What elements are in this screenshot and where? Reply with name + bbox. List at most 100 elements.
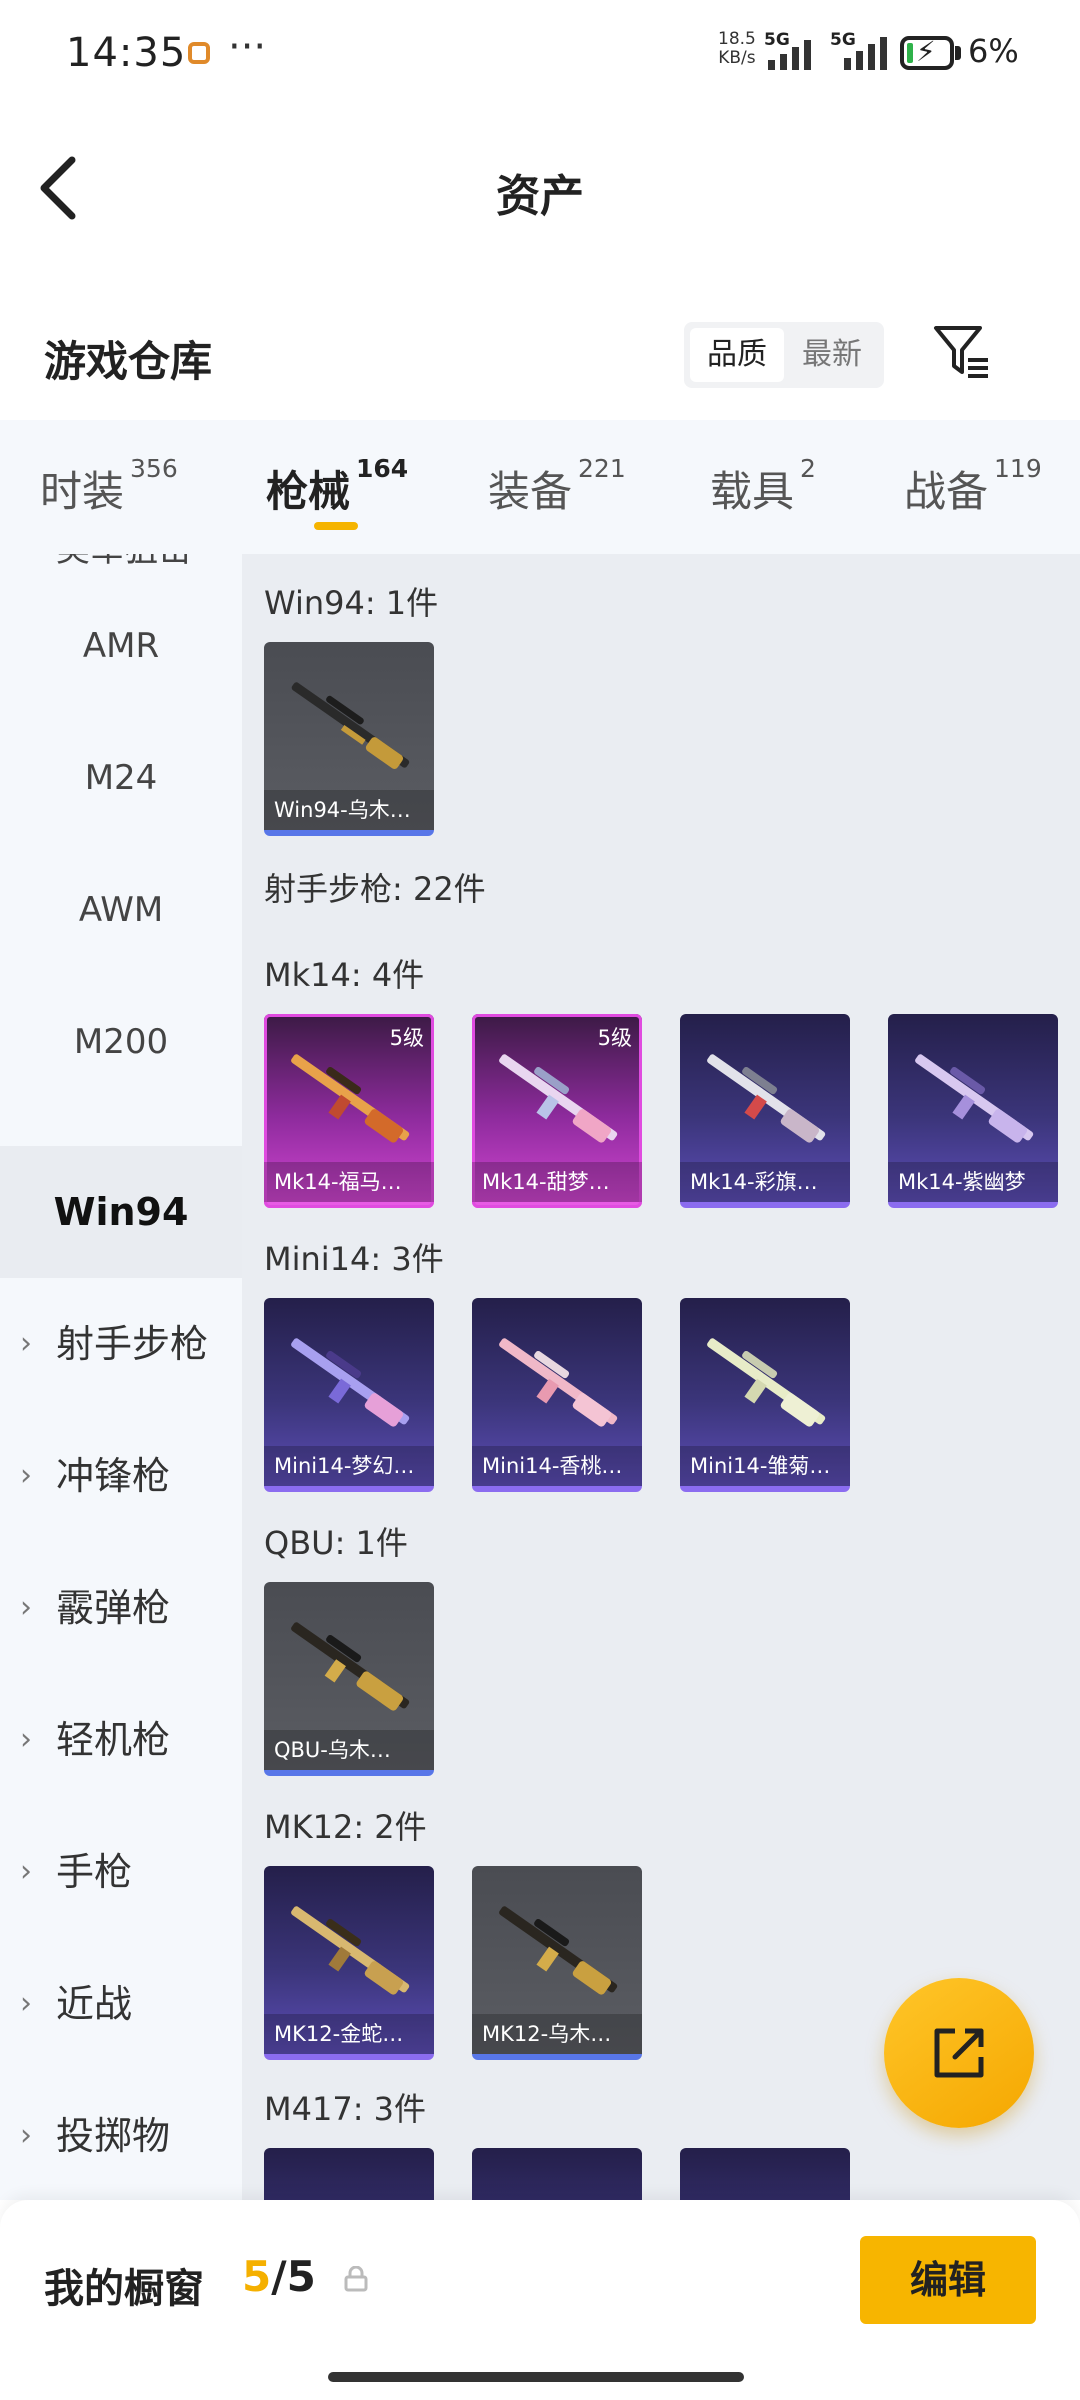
share-button[interactable] xyxy=(884,1978,1034,2128)
chevron-right-icon: › xyxy=(20,1854,32,1889)
sidebar-category-label: 投掷物 xyxy=(56,2114,171,2158)
item-name: Mk14-紫幽梦 xyxy=(888,1162,1058,1202)
showcase-bar: 我的橱窗 5/5 编辑 xyxy=(0,2200,1080,2400)
item-card[interactable]: 5级 Mk14-福马… xyxy=(264,1014,434,1208)
tab-count: 2 xyxy=(800,454,816,483)
item-card[interactable] xyxy=(472,2148,642,2200)
rifle-icon xyxy=(291,1622,410,1711)
item-card[interactable]: Mini14-香桃… xyxy=(472,1298,642,1492)
group-title-win94: Win94: 1件 xyxy=(264,584,439,622)
group-title-m417: M417: 3件 xyxy=(264,2090,427,2128)
item-card[interactable]: 5级 Mk14-甜梦… xyxy=(472,1014,642,1208)
sidebar-category-label: 射手步枪 xyxy=(56,1322,209,1366)
battery-percent: 6% xyxy=(968,32,1019,70)
battery-tip xyxy=(955,46,961,60)
chevron-right-icon: › xyxy=(20,1986,32,2021)
tab-count: 119 xyxy=(994,454,1042,483)
group-title-qbu: QBU: 1件 xyxy=(264,1524,408,1562)
tab-firearms[interactable]: 枪械 164 xyxy=(266,454,408,519)
item-name: Mini14-香桃… xyxy=(472,1446,642,1486)
filter-icon xyxy=(934,326,988,378)
lock-icon xyxy=(344,2266,368,2292)
filter-button[interactable] xyxy=(930,320,994,384)
sidebar-category-throwable[interactable]: › 投掷物 xyxy=(0,2070,242,2200)
status-bar: 14:35 ··· 18.5 KB/s 5G 5G ⚡ 6% xyxy=(0,0,1080,110)
rifle-icon xyxy=(291,1338,410,1427)
tab-label: 时装 xyxy=(40,467,125,516)
sidebar-category-lmg[interactable]: › 轻机枪 xyxy=(0,1674,242,1806)
sidebar-category-smg[interactable]: › 冲锋枪 xyxy=(0,1410,242,1542)
rifle-icon xyxy=(291,1906,410,1995)
sidebar-category-label: 霰弹枪 xyxy=(56,1586,171,1630)
item-name: MK12-乌木… xyxy=(472,2014,642,2054)
tab-count: 221 xyxy=(578,454,626,483)
edit-button[interactable]: 编辑 xyxy=(860,2236,1036,2324)
sidebar-item-awm[interactable]: AWM xyxy=(0,844,242,976)
item-card[interactable]: MK12-金蛇… xyxy=(264,1866,434,2060)
item-card[interactable] xyxy=(680,2148,850,2200)
item-name: Mini14-雏菊… xyxy=(680,1446,850,1486)
more-notifications-icon: ··· xyxy=(228,24,267,70)
sidebar-category-melee[interactable]: › 近战 xyxy=(0,1938,242,2070)
sidebar-category-dmr[interactable]: › 射手步枪 xyxy=(0,1278,242,1410)
group-title-mini14: Mini14: 3件 xyxy=(264,1240,444,1278)
sim2-network-type: 5G xyxy=(830,30,856,50)
rifle-icon xyxy=(291,1054,410,1143)
tab-label: 战备 xyxy=(904,467,989,516)
sidebar-category-shotgun[interactable]: › 霰弹枪 xyxy=(0,1542,242,1674)
item-name: Mini14-梦幻… xyxy=(264,1446,434,1486)
status-time: 14:35 xyxy=(66,30,187,76)
weapon-sidebar: 美军狙击 AMR M24 AWM M200 Win94 › 射手步枪 › 冲锋枪… xyxy=(0,554,242,2200)
showcase-label: 我的橱窗 xyxy=(44,2266,204,2312)
tab-label: 载具 xyxy=(710,467,795,516)
item-grid-panel: Win94: 1件 Win94-乌木… 射手步枪: 22件 Mk14: 4件 5… xyxy=(242,554,1080,2200)
network-speed: 18.5 KB/s xyxy=(718,30,756,68)
sim1-network-type: 5G xyxy=(764,30,790,50)
showcase-separator: / xyxy=(271,2252,287,2301)
sort-option-latest[interactable]: 最新 xyxy=(784,328,880,382)
home-indicator[interactable] xyxy=(328,2372,744,2382)
item-card[interactable]: QBU-乌木… xyxy=(264,1582,434,1776)
tab-count: 164 xyxy=(356,454,409,483)
item-card[interactable]: Mini14-梦幻… xyxy=(264,1298,434,1492)
sort-option-quality[interactable]: 品质 xyxy=(690,328,784,382)
item-name: MK12-金蛇… xyxy=(264,2014,434,2054)
group-title-mk14: Mk14: 4件 xyxy=(264,956,425,994)
sidebar-category-label: 手枪 xyxy=(56,1850,133,1894)
tab-equipment[interactable]: 装备 221 xyxy=(488,454,626,519)
sidebar-category-pistol[interactable]: › 手枪 xyxy=(0,1806,242,1938)
tab-combat-gear[interactable]: 战备 119 xyxy=(904,454,1042,519)
chevron-right-icon: › xyxy=(20,2118,32,2153)
sidebar-category-label: 轻机枪 xyxy=(56,1718,171,1762)
chevron-right-icon: › xyxy=(20,1590,32,1625)
sidebar-item-win94[interactable]: Win94 xyxy=(0,1146,242,1278)
tab-label: 枪械 xyxy=(266,467,351,516)
rifle-icon xyxy=(499,1338,618,1427)
item-name: Mk14-彩旗… xyxy=(680,1162,850,1202)
item-name: QBU-乌木… xyxy=(264,1730,434,1770)
item-card[interactable]: Win94-乌木… xyxy=(264,642,434,836)
network-speed-value: 18.5 xyxy=(718,29,756,49)
sidebar-item-amr[interactable]: AMR xyxy=(0,580,242,712)
showcase-current: 5 xyxy=(242,2252,272,2301)
rifle-icon xyxy=(291,682,410,769)
item-card[interactable]: Mini14-雏菊… xyxy=(680,1298,850,1492)
signal-icon-sim1: 5G xyxy=(764,30,826,70)
rifle-icon xyxy=(707,1338,826,1427)
sidebar-item-m24[interactable]: M24 xyxy=(0,712,242,844)
item-card[interactable] xyxy=(264,2148,434,2200)
item-card[interactable]: Mk14-紫幽梦 xyxy=(888,1014,1058,1208)
rifle-icon xyxy=(915,1054,1034,1143)
rifle-icon xyxy=(499,1054,618,1143)
tab-fashion[interactable]: 时装 356 xyxy=(40,454,178,519)
category-tabs: 时装 356 枪械 164 装备 221 载具 2 战备 119 xyxy=(0,420,1080,554)
sidebar-item-cut[interactable]: 美军狙击 xyxy=(56,554,192,570)
sidebar-item-m200[interactable]: M200 xyxy=(0,976,242,1108)
item-name: Mk14-甜梦… xyxy=(472,1162,642,1202)
tab-count: 356 xyxy=(130,454,178,483)
tab-vehicles[interactable]: 载具 2 xyxy=(710,454,816,519)
item-name: Mk14-福马… xyxy=(264,1162,434,1202)
item-card[interactable]: MK12-乌木… xyxy=(472,1866,642,2060)
item-card[interactable]: Mk14-彩旗… xyxy=(680,1014,850,1208)
chevron-right-icon: › xyxy=(20,1458,32,1493)
